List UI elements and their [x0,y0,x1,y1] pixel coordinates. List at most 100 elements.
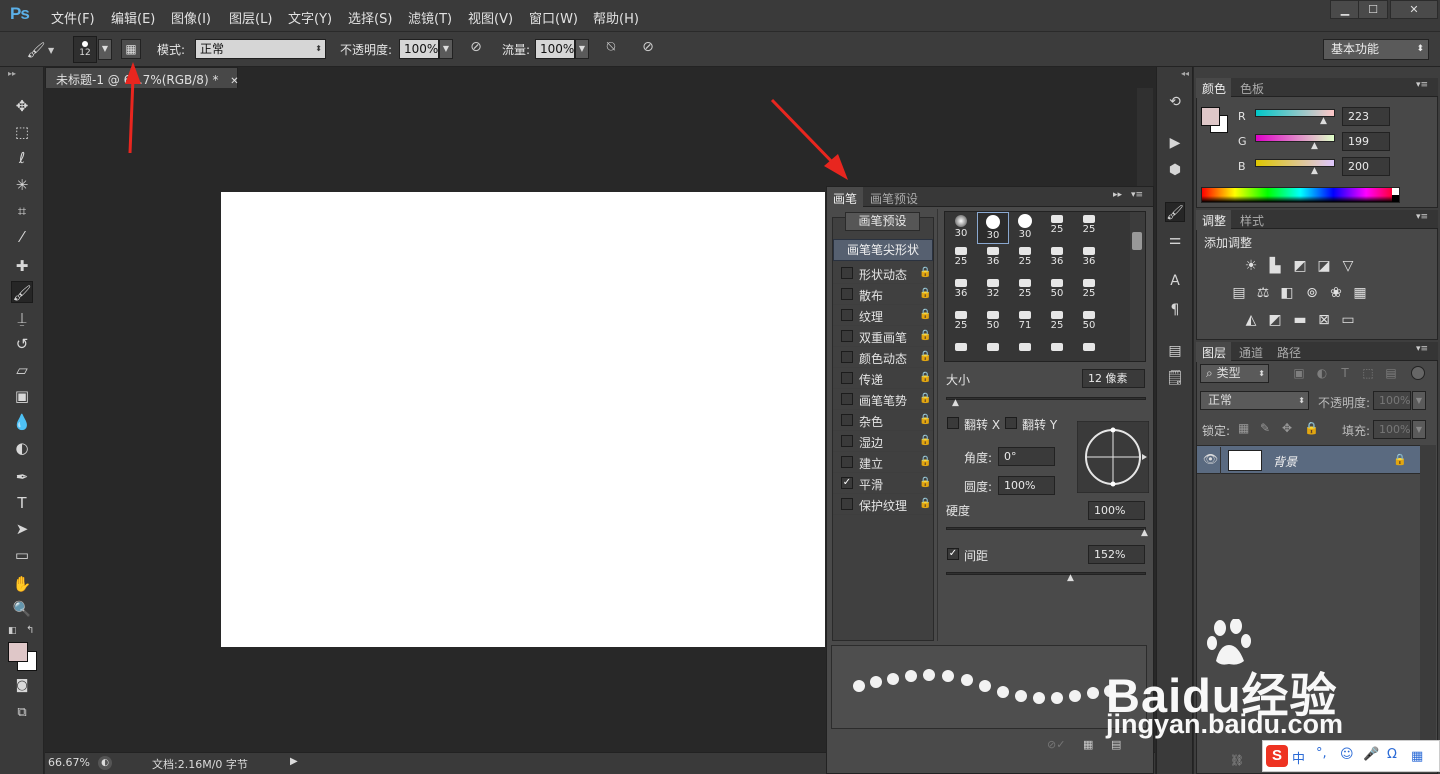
screen-mode-icon[interactable]: ⧉ [11,702,33,724]
brush-panel-icon[interactable]: 🖌 [1165,202,1185,222]
checkbox[interactable] [841,435,853,447]
brush-tip[interactable]: 25 [1073,276,1105,308]
tip-scrollbar[interactable] [1130,212,1145,361]
brush-tip[interactable]: 50 [977,308,1009,340]
b-slider[interactable] [1255,159,1335,167]
checkbox[interactable] [841,393,853,405]
history-icon[interactable]: ⟲ [1165,92,1185,112]
lock-icon[interactable]: 🔒 [919,414,931,425]
opacity-input[interactable]: 100% [399,39,439,59]
brush-option-row[interactable]: 建立 🔒 [833,452,933,473]
checkbox[interactable] [841,351,853,363]
brush-option-row[interactable]: 传递 🔒 [833,368,933,389]
zoom-tool-icon[interactable]: 🔍 [11,598,33,620]
angle-input[interactable]: 0° [998,447,1055,466]
lock-all-icon[interactable]: 🔒 [1304,421,1319,435]
lock-icon[interactable]: 🔒 [919,288,931,299]
default-colors-icon[interactable]: ◧ [8,626,17,636]
fill-dropdown[interactable]: ▼ [1412,420,1426,439]
brush-option-row[interactable]: ✓ 平滑 🔒 [833,473,933,494]
brush-tip[interactable]: 50 [1073,308,1105,340]
brush-tip[interactable] [1073,340,1105,360]
shape-tool-icon[interactable]: ▭ [11,544,33,566]
checkbox[interactable] [841,498,853,510]
checkbox[interactable] [841,267,853,279]
paragraph-icon[interactable]: ¶ [1165,300,1185,320]
brush-option-row[interactable]: 保护纹理 🔒 [833,494,933,515]
link-layers-icon[interactable]: ⛓ [1230,754,1244,767]
emoji-icon[interactable]: ☺ [1340,747,1354,762]
curves-icon[interactable]: ◩ [1291,257,1309,275]
menu-image[interactable]: 图像(I) [171,8,211,27]
magic-wand-icon[interactable]: ✳ [11,174,33,196]
checkbox[interactable] [841,414,853,426]
lock-move-icon[interactable]: ✥ [1282,421,1292,435]
g-slider[interactable] [1255,134,1335,142]
brush-tip[interactable]: 36 [1073,244,1105,276]
pressure-opacity-icon[interactable]: ⊘ [465,39,487,59]
brush-tip[interactable]: 36 [1041,244,1073,276]
panel-menu-icon[interactable]: ▾≡ [1416,344,1428,354]
spacing-input[interactable]: 152% [1088,545,1145,564]
lock-transparent-icon[interactable]: ▦ [1238,421,1249,435]
b-input[interactable]: 200 [1342,157,1390,176]
spacing-checkbox[interactable]: ✓ [947,548,959,560]
history-brush-icon[interactable]: ↺ [11,333,33,355]
tab-adjustments[interactable]: 调整 [1196,210,1231,230]
layers-scrollbar[interactable] [1420,445,1436,750]
brush-size-dropdown[interactable]: ▼ [98,39,112,60]
expand-icon[interactable]: ▸▸ [8,69,16,78]
chevron-down-icon[interactable]: ▼ [48,46,54,55]
panel-collapse-icon[interactable]: ▸▸ [1113,190,1122,200]
hardness-slider[interactable] [946,527,1146,530]
smart-filter-icon[interactable]: ▤ [1382,364,1400,382]
g-input[interactable]: 199 [1342,132,1390,151]
selective-color-icon[interactable]: ⊠ [1315,311,1333,329]
brush-preset-icon[interactable]: 🖌 [26,40,46,60]
brush-tip[interactable]: 25 [945,244,977,276]
fill-input[interactable]: 100% [1373,420,1411,439]
brush-tip[interactable]: 30 [945,212,977,244]
brush-tip[interactable]: 30 [1009,212,1041,244]
adjust-filter-icon[interactable]: ◐ [1313,364,1331,382]
brush-tip-shape-item[interactable]: 画笔笔尖形状 [833,239,933,261]
exposure-icon[interactable]: ◪ [1315,257,1333,275]
collapse-icon[interactable]: ◂◂ [1181,69,1189,78]
gradient-map-icon[interactable]: ▭ [1339,311,1357,329]
layer-opacity-input[interactable]: 100% [1373,391,1411,410]
flip-y-checkbox[interactable] [1005,417,1017,429]
tab-brush-presets[interactable]: 画笔预设 [870,190,918,207]
layer-filter-select[interactable]: ⌕ 类型 ⬍ [1200,364,1269,383]
notes-icon[interactable]: 🗒 [1165,368,1185,388]
slider-thumb[interactable]: ▲ [1311,142,1320,151]
threshold-icon[interactable]: ▬ [1291,311,1309,329]
dodge-tool-icon[interactable]: ◐ [11,437,33,459]
tab-layers[interactable]: 图层 [1196,342,1231,362]
lock-icon[interactable]: 🔒 [919,351,931,362]
toggle-live-tip-icon[interactable]: ⊘✓ [1047,738,1065,751]
healing-brush-icon[interactable]: ✚ [11,255,33,277]
flow-input[interactable]: 100% [535,39,575,59]
lock-icon[interactable]: 🔒 [919,309,931,320]
lasso-tool-icon[interactable]: ℓ [11,147,33,169]
brightness-icon[interactable]: ☀ [1242,257,1260,275]
brush-tip[interactable]: 25 [1073,212,1105,244]
brush-option-row[interactable]: 纹理 🔒 [833,305,933,326]
slider-thumb[interactable]: ▲ [1320,117,1329,126]
3d-icon[interactable]: ⬢ [1165,160,1185,180]
microphone-icon[interactable]: 🎤 [1363,747,1379,762]
color-spectrum[interactable] [1201,187,1400,203]
canvas[interactable] [221,192,825,647]
crop-tool-icon[interactable]: ⌗ [11,200,33,222]
clone-source-icon[interactable]: ⚌ [1165,230,1185,250]
lock-icon[interactable]: 🔒 [919,372,931,383]
eye-icon[interactable]: 👁 [1203,452,1218,466]
actions-icon[interactable]: ▶ [1165,133,1185,153]
zoom-level[interactable]: 66.67% [48,756,90,769]
slider-thumb[interactable]: ▲ [1067,574,1076,583]
brush-size-picker[interactable]: 12 [73,36,97,63]
opacity-dropdown[interactable]: ▼ [439,39,453,59]
pressure-size-icon[interactable]: ⊘ [637,39,659,59]
layer-name[interactable]: 背景 [1273,453,1297,470]
menu-edit[interactable]: 编辑(E) [111,8,155,27]
